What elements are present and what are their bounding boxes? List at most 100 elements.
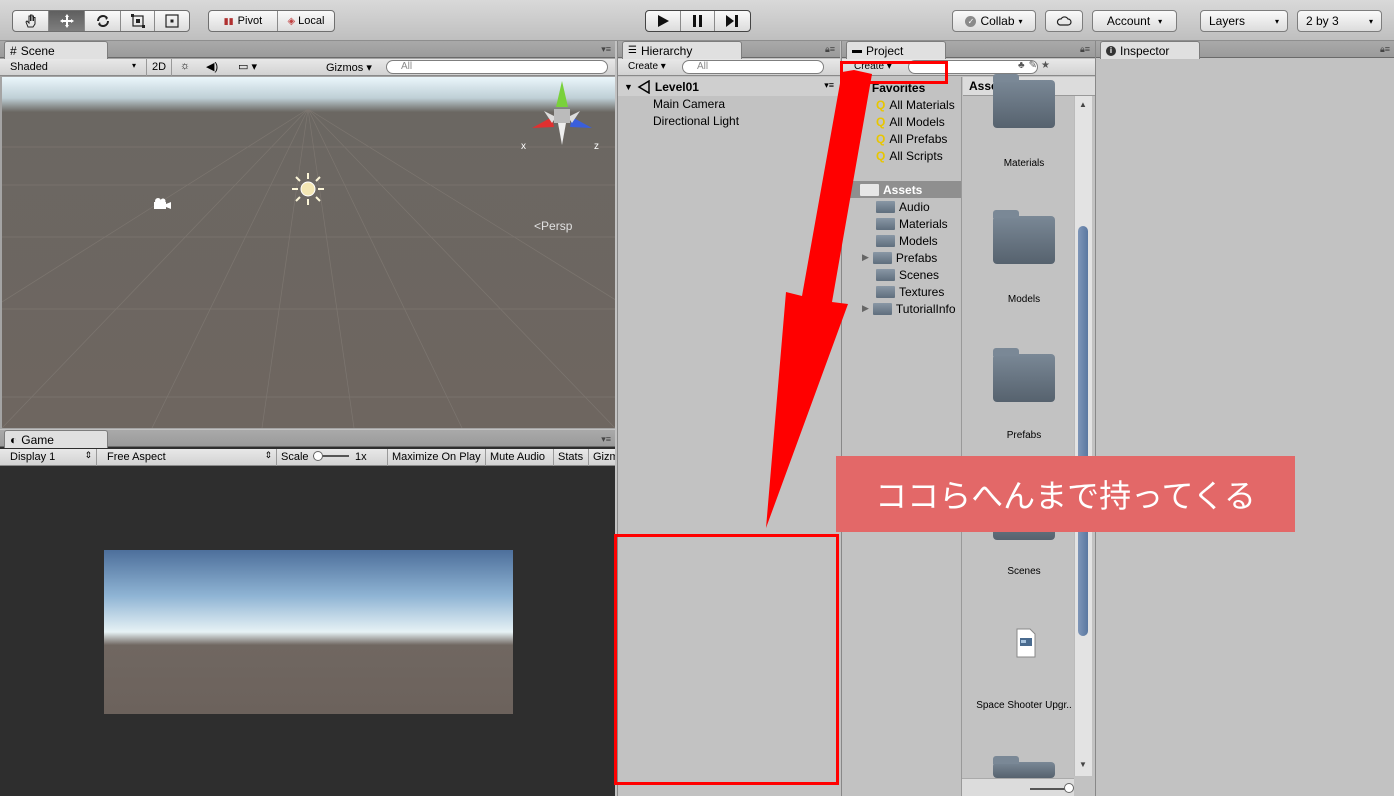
layout-dropdown[interactable]: 2 by 3 ▾ xyxy=(1297,10,1382,32)
favorite-item[interactable]: Q All Scripts xyxy=(876,147,943,164)
tab-inspector[interactable]: i Inspector xyxy=(1100,41,1200,59)
tab-hierarchy-label: Hierarchy xyxy=(640,43,693,58)
hierarchy-search-placeholder: All xyxy=(697,61,709,72)
lock-menu-icon[interactable]: 🔒︎≡ xyxy=(1380,44,1390,55)
hand-tool-icon[interactable] xyxy=(13,11,49,31)
pivot-button[interactable]: ▮▮ Pivot xyxy=(209,11,278,31)
thumbnail-size-handle[interactable] xyxy=(1064,783,1074,793)
camera-icon[interactable] xyxy=(152,197,172,211)
orientation-gizmo[interactable] xyxy=(522,77,602,163)
play-button[interactable] xyxy=(646,11,682,31)
tab-game[interactable]: ◐ Game xyxy=(4,430,108,448)
scale-slider-handle[interactable] xyxy=(313,451,323,461)
persp-icon: < xyxy=(534,219,542,233)
expand-arrow-icon[interactable]: ▼ xyxy=(624,82,633,92)
hierarchy-item[interactable]: Directional Light xyxy=(653,112,739,129)
tab-project-label: Project xyxy=(866,43,904,58)
effects-toggle-icon[interactable]: ▭ ▾ xyxy=(238,60,257,73)
scene-search-input[interactable]: All xyxy=(386,60,608,74)
scroll-up-icon[interactable]: ▲ xyxy=(1079,100,1087,109)
stats-toggle[interactable]: Stats xyxy=(553,449,587,466)
folder-item[interactable]: Materials xyxy=(876,215,948,232)
folder-thumbnail-icon[interactable] xyxy=(993,210,1055,264)
chevron-down-icon: ▾ xyxy=(1274,16,1279,26)
display-dropdown[interactable]: Display 1 ⇕ xyxy=(0,449,97,466)
maximize-on-play-toggle[interactable]: Maximize On Play xyxy=(387,449,485,466)
lock-menu-icon[interactable]: 🔒︎≡ xyxy=(1080,44,1090,55)
game-render-view[interactable] xyxy=(104,550,513,714)
folder-item[interactable]: Scenes xyxy=(876,266,939,283)
game-panel: ◐ Game ▾≡ Display 1 ⇕ Free Aspect ⇕ Scal… xyxy=(0,430,615,796)
panel-menu-icon[interactable]: ▾≡ xyxy=(601,44,611,55)
mute-audio-toggle[interactable]: Mute Audio xyxy=(485,449,549,466)
cloud-button[interactable] xyxy=(1045,10,1083,32)
display-label: Display 1 xyxy=(10,451,56,463)
scene-viewport[interactable]: x z <Persp xyxy=(2,77,615,428)
collab-check-icon: ✓ xyxy=(965,15,977,27)
scene-name-label: Level01 xyxy=(654,79,699,94)
folder-label: Scenes xyxy=(899,267,940,282)
folder-item[interactable]: Models xyxy=(876,232,938,249)
folder-thumbnail-icon[interactable] xyxy=(993,348,1055,402)
layers-dropdown[interactable]: Layers ▾ xyxy=(1200,10,1288,32)
favorite-item[interactable]: Q All Materials xyxy=(876,96,955,113)
local-icon: ◈ xyxy=(287,15,296,27)
collab-label: Collab xyxy=(980,14,1015,28)
pivot-local-toggle: ▮▮ Pivot ◈ Local xyxy=(208,10,335,32)
chevron-down-icon: ▾ xyxy=(131,61,136,70)
transform-tools xyxy=(12,10,190,32)
scrollbar-thumb[interactable] xyxy=(1078,226,1088,636)
chevron-down-icon: ▾ xyxy=(1368,16,1373,26)
favorite-label: All Scripts xyxy=(889,148,943,163)
step-button[interactable] xyxy=(715,11,750,31)
game-gizmos-dropdown[interactable]: Gizm xyxy=(588,449,615,466)
favorite-item[interactable]: Q All Prefabs xyxy=(876,130,947,147)
favorite-label: All Models xyxy=(889,114,945,129)
hierarchy-item-label: Main Camera xyxy=(653,96,726,111)
folder-item[interactable]: Audio xyxy=(876,198,930,215)
step-icon xyxy=(726,15,739,27)
rotate-tool-icon[interactable] xyxy=(85,11,121,31)
account-label: Account xyxy=(1106,14,1151,28)
lock-menu-icon[interactable]: 🔒︎≡ xyxy=(825,44,835,55)
stepper-icon: ⇕ xyxy=(84,450,92,460)
document-icon[interactable] xyxy=(1015,628,1037,658)
axis-z-label: z xyxy=(594,141,599,152)
scale-tool-icon[interactable] xyxy=(121,11,155,31)
folder-thumbnail-icon[interactable] xyxy=(993,756,1055,778)
filter-icons[interactable]: ♣✎★ xyxy=(1018,60,1054,71)
collab-dropdown[interactable]: ✓ Collab ▾ xyxy=(952,10,1036,32)
hierarchy-item[interactable]: Main Camera xyxy=(653,95,725,112)
tab-project[interactable]: ▬ Project xyxy=(846,41,946,59)
audio-toggle-icon[interactable]: ◀) xyxy=(206,60,218,73)
folder-thumbnail-icon[interactable] xyxy=(993,74,1055,128)
local-button[interactable]: ◈ Local xyxy=(278,11,334,31)
directional-light-icon[interactable] xyxy=(290,171,326,207)
account-dropdown[interactable]: Account ▾ xyxy=(1092,10,1177,32)
asset-grid-scrollbar[interactable]: ▲ ▼ xyxy=(1074,96,1092,776)
hierarchy-create-dropdown[interactable]: Create ▾ xyxy=(628,61,666,72)
move-tool-icon[interactable] xyxy=(49,11,85,31)
tab-scene[interactable]: # Scene xyxy=(4,41,108,59)
layout-label: 2 by 3 xyxy=(1306,14,1339,28)
persp-toggle[interactable]: <Persp xyxy=(534,219,572,233)
gizmos-dropdown[interactable]: Gizmos ▾ xyxy=(326,61,372,74)
main-toolbar: ▮▮ Pivot ◈ Local ✓ Collab ▾ Account ▾ La… xyxy=(0,0,1394,41)
lighting-toggle-icon[interactable]: ☼ xyxy=(180,60,190,72)
tab-hierarchy[interactable]: ☰ Hierarchy xyxy=(622,41,742,59)
2d-toggle[interactable]: 2D xyxy=(146,59,172,76)
folder-item[interactable]: Textures xyxy=(876,283,944,300)
rect-tool-icon[interactable] xyxy=(155,11,189,31)
favorite-item[interactable]: Q All Models xyxy=(876,113,945,130)
aspect-dropdown[interactable]: Free Aspect ⇕ xyxy=(97,449,277,466)
chevron-down-icon: ▾ xyxy=(1158,16,1163,26)
tab-scene-label: Scene xyxy=(20,43,55,58)
shading-mode-dropdown[interactable]: Shaded ▾ xyxy=(10,61,140,73)
folder-label: Prefabs xyxy=(895,250,938,265)
hierarchy-item-label: Directional Light xyxy=(653,113,740,128)
folder-label: Audio xyxy=(899,199,930,214)
thumbnail-size-bar xyxy=(962,778,1074,796)
pause-button[interactable] xyxy=(681,11,715,31)
scroll-down-icon[interactable]: ▼ xyxy=(1079,760,1087,769)
panel-menu-icon[interactable]: ▾≡ xyxy=(601,434,611,445)
